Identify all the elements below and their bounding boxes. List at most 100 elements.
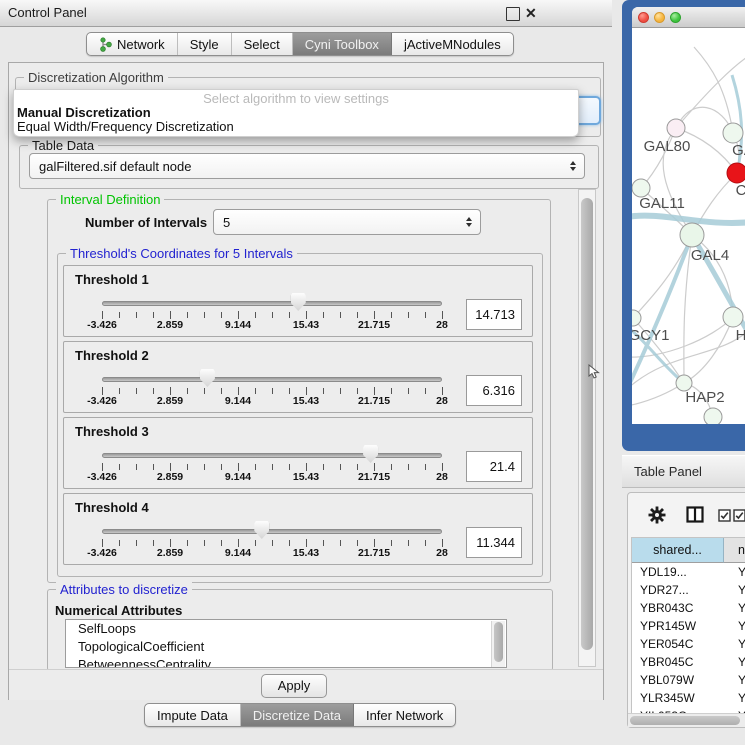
major-tick	[102, 387, 103, 395]
tick-label: 28	[412, 471, 472, 483]
slider-thumb[interactable]	[200, 369, 215, 387]
threshold-value-field[interactable]: 21.4	[466, 451, 522, 482]
minor-tick	[119, 388, 120, 394]
table-row[interactable]: YPR145WYPR1	[632, 617, 745, 635]
threshold-value-field[interactable]: 6.316	[466, 375, 522, 406]
slider-thumb[interactable]	[291, 293, 306, 311]
settings-scrollbar-thumb[interactable]	[581, 198, 593, 650]
close-traffic-light-icon[interactable]	[638, 12, 649, 23]
tab-network[interactable]: Network	[87, 33, 178, 55]
tab-infer-network[interactable]: Infer Network	[354, 704, 455, 726]
network-node[interactable]	[667, 119, 685, 137]
slider-thumb[interactable]	[254, 521, 269, 539]
network-canvas[interactable]: GAL80GAGAL11CGAL4GCY1HHAP2	[632, 27, 745, 424]
dropdown-item-equal-width-frequency[interactable]: Equal Width/Frequency Discretization	[14, 120, 578, 134]
table-row[interactable]: YDL19...YDL1	[632, 563, 745, 581]
dropdown-placeholder-item[interactable]: Select algorithm to view settings	[14, 91, 578, 106]
table-hscrollbar-thumb[interactable]	[630, 716, 740, 725]
numerical-attributes-list[interactable]: SelfLoopsTopologicalCoefficientBetweenne…	[65, 619, 507, 668]
network-node[interactable]	[680, 223, 704, 247]
cell-shared-name: YBR043C	[632, 599, 724, 617]
network-nodes[interactable]	[632, 119, 745, 424]
table-row[interactable]: YLR345WYLR3	[632, 689, 745, 707]
checkbox-icon[interactable]	[718, 509, 731, 522]
node-label-h: H	[736, 327, 745, 344]
major-tick	[374, 387, 375, 395]
network-node[interactable]	[632, 310, 641, 326]
tick-label: 28	[412, 547, 472, 559]
network-node[interactable]	[704, 408, 722, 424]
table-data-combobox[interactable]: galFiltered.sif default node	[29, 153, 585, 179]
threshold-value-field[interactable]: 14.713	[466, 299, 522, 330]
table-horizontal-scrollbar[interactable]	[628, 713, 745, 727]
top-tab-bar: Network Style SelectCyni ToolboxjActiveMNo…	[86, 32, 514, 56]
cell-name: YDL1	[724, 563, 745, 581]
dropdown-item-manual-discretization[interactable]: Manual Discretization	[14, 106, 578, 120]
number-of-intervals-combobox[interactable]: 5	[213, 209, 481, 235]
table-data-value: galFiltered.sif default node	[39, 159, 191, 174]
column-header-name[interactable]: na	[724, 538, 745, 563]
minor-tick	[408, 312, 409, 318]
major-tick	[102, 463, 103, 471]
checkbox-icon[interactable]	[733, 509, 745, 522]
tab-style[interactable]: Style	[178, 33, 232, 55]
major-tick	[238, 539, 239, 547]
slider-thumb[interactable]	[363, 445, 378, 463]
cell-shared-name: YER054C	[632, 635, 724, 653]
network-node[interactable]	[723, 123, 743, 143]
settings-scrollbar[interactable]	[578, 189, 596, 667]
float-window-icon[interactable]	[506, 7, 520, 21]
tab-jactivemnodules[interactable]: jActiveMNodules	[392, 33, 513, 55]
node-label-c: C	[736, 182, 745, 199]
screen: Control Panel ✕ NetworkStyleSelectCyni T…	[0, 0, 745, 745]
table-row[interactable]: YBL079WYBL0	[632, 671, 745, 689]
minor-tick	[289, 464, 290, 470]
attribute-item-selfloops[interactable]: SelfLoops	[66, 620, 506, 638]
major-tick	[306, 387, 307, 395]
minimize-traffic-light-icon[interactable]	[654, 12, 665, 23]
major-tick	[102, 539, 103, 547]
bottom-tab-bar: Impute DataDiscretize DataInfer Network	[144, 703, 456, 727]
slider-track[interactable]	[102, 529, 442, 534]
minor-tick	[119, 464, 120, 470]
minor-tick	[391, 464, 392, 470]
tab-impute-data[interactable]: Impute Data	[145, 704, 241, 726]
slider-track[interactable]	[102, 377, 442, 382]
gear-icon[interactable]	[648, 506, 666, 524]
table-row[interactable]: YBR043CYBR0	[632, 599, 745, 617]
major-tick	[238, 387, 239, 395]
tab-discretize-data[interactable]: Discretize Data	[241, 704, 354, 726]
network-node-selected[interactable]	[727, 163, 745, 183]
minor-tick	[272, 464, 273, 470]
apply-button[interactable]: Apply	[261, 674, 327, 698]
attributes-scrollbar[interactable]	[491, 621, 505, 667]
minor-tick	[204, 388, 205, 394]
tab-cyni-toolbox[interactable]: Cyni Toolbox	[293, 33, 392, 55]
column-header-shared-name[interactable]: shared...	[632, 538, 724, 563]
minor-tick	[153, 388, 154, 394]
minor-tick	[272, 540, 273, 546]
cell-shared-name: YDL19...	[632, 563, 724, 581]
minor-tick	[204, 540, 205, 546]
cell-name: YPR1	[724, 617, 745, 635]
slider-track[interactable]	[102, 301, 442, 306]
table-row[interactable]: YDR27...YDR2	[632, 581, 745, 599]
threshold-value-field[interactable]: 11.344	[466, 527, 522, 558]
major-tick	[442, 539, 443, 547]
zoom-traffic-light-icon[interactable]	[670, 12, 681, 23]
attributes-scrollbar-thumb[interactable]	[494, 622, 503, 662]
node-label-gcy1: GCY1	[632, 327, 669, 344]
network-node[interactable]	[723, 307, 743, 327]
attribute-item-topologicalcoefficient[interactable]: TopologicalCoefficient	[66, 638, 506, 656]
split-columns-icon[interactable]	[686, 506, 704, 523]
tab-select[interactable]: Select	[232, 33, 293, 55]
slider-track[interactable]	[102, 453, 442, 458]
attribute-item-betweennesscentrality[interactable]: BetweennessCentrality	[66, 656, 506, 668]
close-icon[interactable]: ✕	[525, 3, 537, 23]
minor-tick	[391, 312, 392, 318]
tick-label: 15.43	[276, 319, 336, 331]
table-row[interactable]: YBR045CYBR0	[632, 653, 745, 671]
tab-label: Style	[190, 37, 219, 52]
table-row[interactable]: YER054CYER0	[632, 635, 745, 653]
network-window-titlebar[interactable]	[632, 7, 745, 28]
